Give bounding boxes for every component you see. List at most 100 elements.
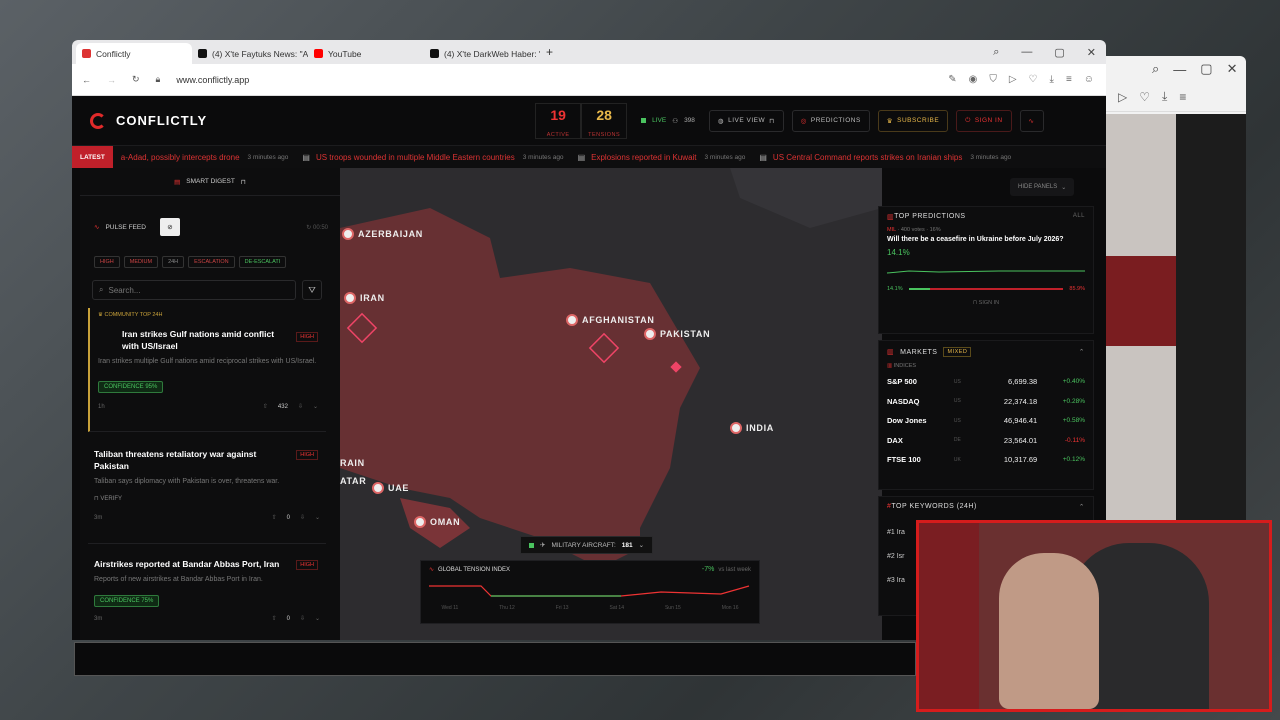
live-view-button[interactable]: ◍ LIVE VIEW ⊓	[708, 109, 784, 132]
background-browser-window[interactable]: ⌕ — ▢ ✕ ▷ ♡ ⤓ ≡	[1100, 56, 1246, 526]
search-icon[interactable]: ⌕	[993, 46, 999, 59]
filter-all[interactable]: ALL	[1073, 213, 1085, 221]
ticker-time: 3 minutes ago	[247, 153, 289, 161]
tension-change: -7%	[701, 566, 715, 573]
filter-high[interactable]: HIGH	[94, 256, 120, 268]
conflict-map[interactable]: AZERBAIJAN IRAN AFGHANISTAN PAKISTAN IND…	[340, 168, 882, 640]
ticker-item[interactable]: US troops wounded in multiple Middle Eas…	[316, 153, 515, 162]
activity-button[interactable]: ∿	[1019, 109, 1044, 132]
chevron-up-icon[interactable]: ⌃	[1079, 503, 1085, 511]
market-row[interactable]: S&P 500 US 6,699.38 +0.40%	[879, 372, 1093, 392]
tensions-count: 28	[596, 106, 612, 123]
feed-refresh[interactable]: ↻ 00:50	[306, 224, 328, 231]
menu-icon[interactable]: ≡	[1179, 90, 1186, 104]
new-tab-button[interactable]: +	[540, 45, 559, 64]
back-icon[interactable]: ←	[82, 75, 91, 85]
feed-card[interactable]: HIGH Taliban threatens retaliatory war a…	[88, 444, 326, 544]
filter-escalation[interactable]: ESCALATION	[188, 256, 235, 268]
active-count: 19	[550, 106, 566, 123]
mute-toggle[interactable]: ⊘	[159, 218, 180, 236]
feed-card[interactable]: ♛ COMMUNITY TOP 24H HIGH Iran strikes Gu…	[88, 308, 326, 432]
edit-icon[interactable]: ✎	[948, 74, 956, 85]
download-icon[interactable]: ⤓	[1162, 89, 1167, 104]
military-aircraft-badge[interactable]: ✈ MILITARY AIRCRAFT: 181 ⌄	[520, 536, 654, 554]
downvote-icon[interactable]: ⇩	[300, 615, 305, 622]
downvote-icon[interactable]: ⇩	[298, 403, 303, 410]
ticker-item[interactable]: US Central Command reports strikes on Ir…	[773, 153, 962, 162]
card-confidence-row: CONFIDENCE 75%	[94, 589, 320, 607]
heart-icon[interactable]: ♡	[1029, 74, 1038, 85]
upvote-icon[interactable]: ⇧	[272, 514, 277, 521]
menu-icon[interactable]: ≡	[1066, 74, 1072, 85]
smart-digest-button[interactable]: ▤ SMART DIGEST ⊓	[80, 168, 340, 196]
upvote-icon[interactable]: ⇧	[272, 615, 277, 622]
search-input[interactable]: ⌕ Search...	[92, 280, 296, 300]
downvote-icon[interactable]: ⇩	[300, 514, 305, 521]
markets-panel[interactable]: ▥ MARKETS MIXED ⌃ ▥ INDICES S&P 500 US 6,699.…	[878, 340, 1094, 490]
community-label: COMMUNITY TOP 24H	[104, 312, 163, 318]
stat-active[interactable]: 19 ACTIVE	[535, 102, 582, 139]
tab-darkweb[interactable]: (4) X'te DarkWeb Haber: "	[424, 43, 540, 64]
filter-medium[interactable]: MEDIUM	[123, 256, 159, 268]
subscribe-button[interactable]: ♛ SUBSCRIBE	[877, 109, 949, 132]
chevron-down-icon[interactable]: ⌄	[313, 403, 318, 410]
card-footer: 3m ⇧ 0 ⇩ ⌄	[94, 514, 320, 522]
stat-tensions[interactable]: 28 TENSIONS	[581, 102, 628, 139]
tab-youtube[interactable]: YouTube	[308, 43, 424, 64]
search-icon[interactable]: ⌕	[1152, 61, 1159, 77]
filter-24h[interactable]: 24H	[162, 256, 185, 268]
minimize-icon[interactable]: —	[1021, 46, 1032, 59]
close-icon[interactable]: ✕	[1227, 61, 1238, 77]
prediction-sign-in[interactable]: ⊓ SIGN IN	[879, 300, 1093, 306]
country-label-afghanistan[interactable]: AFGHANISTAN	[566, 314, 655, 326]
tension-index-panel[interactable]: ∿ GLOBAL TENSION INDEX -7% vs last week We…	[420, 560, 760, 624]
predictions-button[interactable]: ◎ PREDICTIONS	[791, 109, 870, 132]
market-row[interactable]: NASDAQ US 22,374.18 +0.28%	[879, 392, 1093, 412]
play-icon[interactable]: ▷	[1009, 74, 1017, 85]
market-row[interactable]: FTSE 100 UK 10,317.69 +0.12%	[879, 450, 1093, 470]
download-icon[interactable]: ⤓	[1050, 74, 1054, 85]
ticker-item[interactable]: Explosions reported in Kuwait	[591, 153, 696, 162]
country-label-iran[interactable]: IRAN	[344, 292, 385, 304]
ticker-item[interactable]: a-Adad, possibly intercepts drone	[121, 153, 240, 162]
country-label-pakistan[interactable]: PAKISTAN	[644, 328, 710, 340]
flag-icon	[342, 228, 354, 240]
indices-label: INDICES	[893, 363, 917, 369]
country-label-azerbaijan[interactable]: AZERBAIJAN	[342, 228, 423, 240]
filter-button[interactable]: ⛛	[302, 280, 322, 300]
chevron-down-icon[interactable]: ⌄	[315, 514, 320, 521]
verify-button[interactable]: ⊓ VERIFY	[94, 495, 320, 502]
sign-in-button[interactable]: ⏻ SIGN IN	[956, 109, 1012, 132]
maximize-icon[interactable]: ▢	[1054, 46, 1064, 59]
url-field[interactable]: www.conflictly.app	[176, 75, 249, 85]
chevron-up-icon[interactable]: ⌃	[1079, 348, 1085, 356]
play-icon[interactable]: ▷	[1118, 90, 1127, 104]
country-label-india[interactable]: INDIA	[730, 422, 774, 434]
chevron-down-icon[interactable]: ⌄	[315, 615, 320, 622]
hide-panels-button[interactable]: HIDE PANELS ⌄	[1010, 178, 1075, 196]
shield-icon[interactable]: ⛉	[989, 74, 997, 85]
country-label-qatar[interactable]: ATAR	[340, 476, 366, 486]
filter-de-escalation[interactable]: DE-ESCALATI	[238, 256, 287, 268]
chevron-down-icon: ⌄	[638, 542, 645, 549]
maximize-icon[interactable]: ▢	[1200, 61, 1212, 77]
tab-faytuks[interactable]: (4) X'te Faytuks News: "A	[192, 43, 308, 64]
country-label-uae[interactable]: UAE	[372, 482, 409, 494]
brand-logo[interactable]: CONFLICTLY	[90, 112, 207, 129]
country-label-bahrain[interactable]: RAIN	[340, 458, 365, 468]
minimize-icon[interactable]: —	[1173, 62, 1186, 77]
tab-conflictly[interactable]: Conflictly	[76, 43, 192, 64]
camera-icon[interactable]: ◉	[969, 74, 978, 85]
market-row[interactable]: DAX DE 23,564.01 -0.11%	[879, 431, 1093, 451]
profile-icon[interactable]: ☺	[1084, 74, 1094, 85]
forward-icon[interactable]: →	[107, 75, 116, 85]
close-icon[interactable]: ✕	[1087, 46, 1096, 59]
upvote-icon[interactable]: ⇧	[263, 403, 268, 410]
heart-icon[interactable]: ♡	[1139, 90, 1150, 104]
market-row[interactable]: Dow Jones US 46,946.41 +0.58%	[879, 411, 1093, 431]
predictions-panel[interactable]: ▥ TOP PREDICTIONS ALL MIL · 400 votes · 1…	[878, 206, 1094, 334]
reload-icon[interactable]: ↻	[132, 74, 140, 85]
feed-card[interactable]: HIGH Airstrikes reported at Bandar Abbas…	[88, 554, 326, 640]
country-label-oman[interactable]: OMAN	[414, 516, 460, 528]
card-title: Taliban threatens retaliatory war agains…	[94, 449, 257, 471]
